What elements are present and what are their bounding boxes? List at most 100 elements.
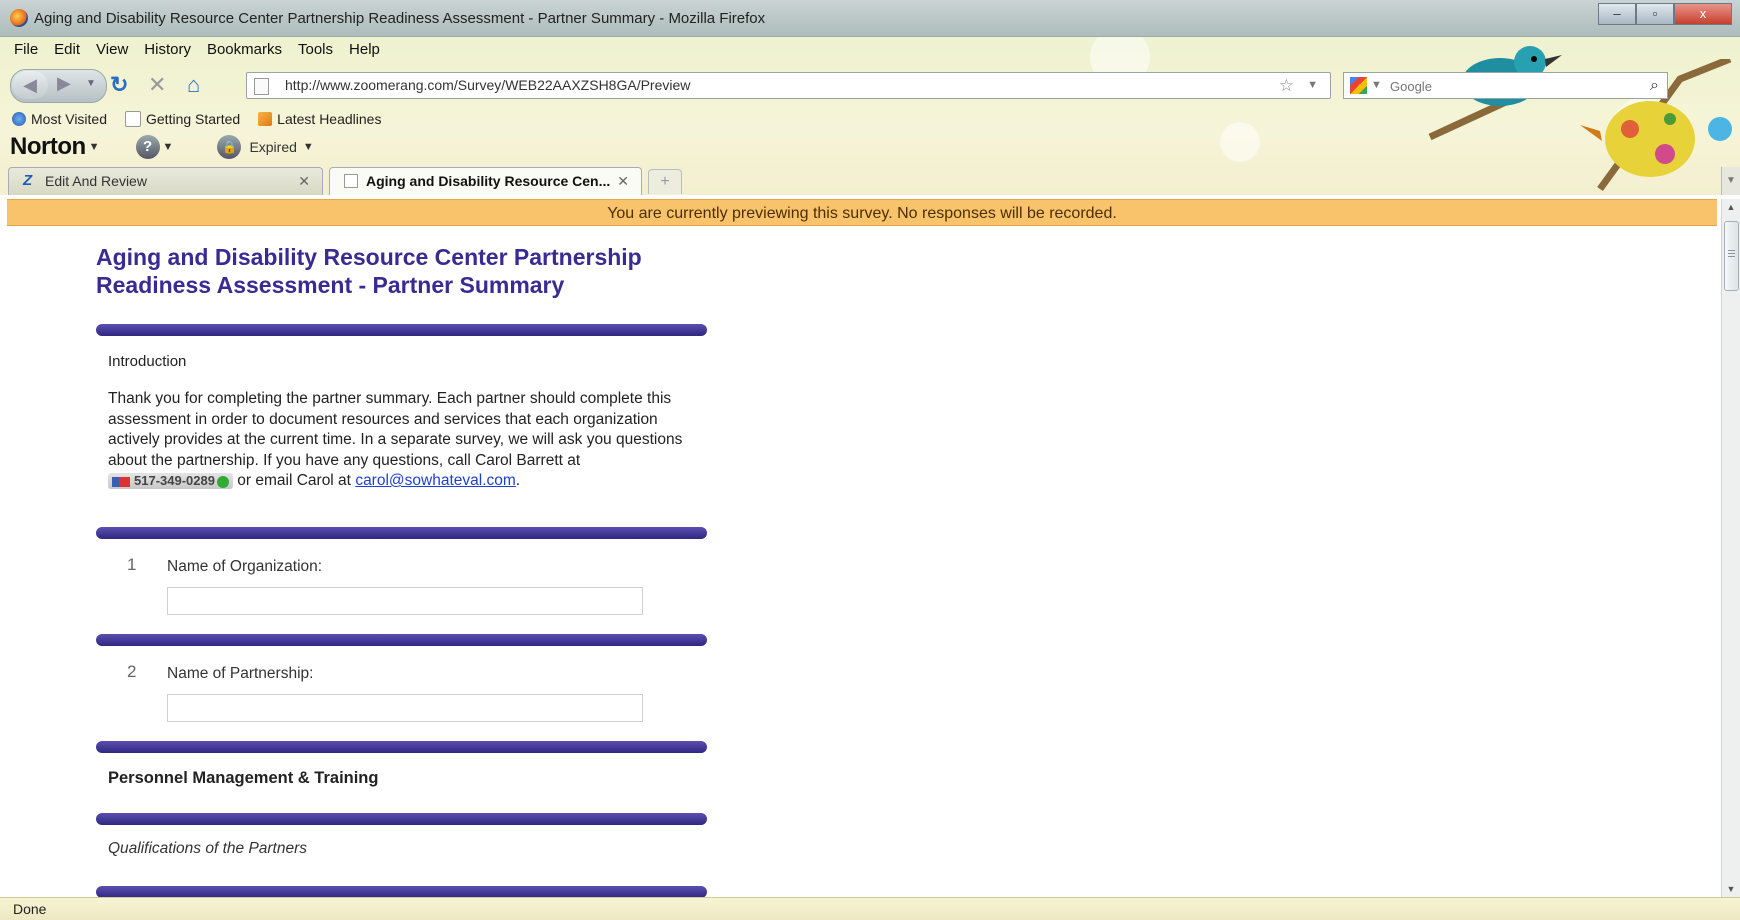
survey-title: Aging and Disability Resource Center Par… [96,243,716,299]
scroll-down-icon[interactable]: ▼ [1722,881,1740,897]
window-title: Aging and Disability Resource Center Par… [34,10,766,27]
search-icon[interactable]: ⌕ [1650,73,1659,98]
search-input[interactable] [1388,75,1612,97]
question-label: Name of Organization: [167,558,323,575]
back-arrow-icon: ◀ [23,75,37,95]
menu-help[interactable]: Help [349,37,380,63]
minimize-button[interactable]: – [1598,3,1636,25]
url-dropdown-icon[interactable]: ▼ [1307,73,1318,98]
question-label: Name of Partnership: [167,665,314,682]
bookmark-label: Getting Started [146,111,241,127]
section-separator [96,813,707,825]
section-separator [96,527,707,539]
close-tab-icon[interactable]: ✕ [617,168,629,194]
status-bar: Done [0,897,1740,920]
email-link[interactable]: carol@sowhateval.com [355,472,515,489]
bookmark-label: Most Visited [31,111,107,127]
section-title: Personnel Management & Training [108,769,379,787]
address-bar[interactable]: http://www.zoomerang.com/Survey/WEB22AAX… [246,72,1331,99]
question-number: 2 [127,662,137,681]
intro-text: Thank you for completing the partner sum… [108,390,683,469]
menu-history[interactable]: History [144,37,191,63]
lock-icon[interactable]: 🔒 [217,135,242,159]
preview-notice-bar: You are currently previewing this survey… [7,199,1717,226]
background-bubble [1220,122,1260,162]
close-tab-icon[interactable]: ✕ [298,168,310,194]
tab-strip: Z Edit And Review ✕ Aging and Disability… [0,163,1740,195]
grip-icon [1728,250,1735,251]
section-separator [96,741,707,753]
globe-icon [12,112,26,126]
help-dropdown-icon[interactable]: ▼ [163,141,174,153]
menu-file[interactable]: File [14,37,38,63]
forward-button[interactable]: ▶ [57,73,71,94]
history-dropdown-icon[interactable]: ▼ [86,78,96,89]
subsection-title: Qualifications of the Partners [108,840,308,857]
menu-edit[interactable]: Edit [54,37,80,63]
navigation-toolbar: ◀ ▶ ▼ ↻ ✕ ⌂ http://www.zoomerang.com/Sur… [0,63,1740,107]
scroll-up-icon[interactable]: ▲ [1722,199,1740,215]
bookmark-star-icon[interactable]: ☆ [1279,73,1294,98]
menu-bar: File Edit View History Bookmarks Tools H… [14,37,380,63]
phone-number: 517-349-0289 [134,473,215,488]
bookmark-getting-started[interactable]: Getting Started [125,107,240,131]
url-text: http://www.zoomerang.com/Survey/WEB22AAX… [285,77,691,93]
menu-bookmarks[interactable]: Bookmarks [207,37,282,63]
page-content: Aging and Disability Resource Center Par… [0,227,1720,897]
survey-title-line: Readiness Assessment - Partner Summary [96,272,565,298]
rss-icon [258,112,273,126]
scrollbar-thumb[interactable] [1724,221,1739,291]
site-identity-icon[interactable] [254,78,269,95]
phone-number-badge[interactable]: 517-349-0289 [108,473,233,489]
tab-survey-preview[interactable]: Aging and Disability Resource Cen... ✕ [329,167,642,195]
tab-edit-and-review[interactable]: Z Edit And Review ✕ [8,167,323,195]
tab-label: Aging and Disability Resource Cen... [366,173,611,189]
menu-view[interactable]: View [96,37,128,63]
section-separator [96,886,707,897]
vertical-scrollbar[interactable]: ▲ ▼ [1721,199,1740,897]
section-separator [96,634,707,646]
new-tab-button[interactable]: + [648,169,682,194]
page-icon [125,111,141,127]
partnership-name-input[interactable] [167,694,643,722]
expired-label[interactable]: Expired [249,139,296,155]
window-titlebar: Aging and Disability Resource Center Par… [0,0,1740,37]
intro-paragraph: Thank you for completing the partner sum… [108,390,683,489]
norton-dropdown-icon[interactable]: ▼ [89,141,100,153]
section-separator [96,324,707,336]
question-number: 1 [127,555,137,574]
reload-icon[interactable]: ↻ [110,73,128,97]
plus-icon: + [660,173,670,190]
us-flag-icon [112,476,130,487]
expired-dropdown-icon[interactable]: ▼ [303,141,314,153]
window-controls: – ▫ x [1598,3,1732,25]
tab-label: Edit And Review [45,173,147,189]
firefox-icon [10,9,28,27]
back-forward-group: ◀ ▶ ▼ [10,69,107,103]
menu-tools[interactable]: Tools [298,37,333,63]
intro-text-continued: or email Carol at [237,472,351,489]
bookmark-latest-headlines[interactable]: Latest Headlines [258,107,381,131]
bookmark-label: Latest Headlines [277,111,382,127]
survey-title-line: Aging and Disability Resource Center Par… [96,244,642,270]
google-engine-icon[interactable] [1350,77,1367,94]
search-bar[interactable]: ▼ ⌕ [1343,72,1668,99]
close-window-button[interactable]: x [1674,3,1732,25]
help-icon[interactable]: ? [135,135,160,159]
stop-icon[interactable]: ✕ [148,73,166,97]
call-icon[interactable] [216,475,229,488]
browser-chrome: File Edit View History Bookmarks Tools H… [0,37,1740,195]
bookmarks-toolbar: Most Visited Getting Started Latest Head… [12,107,381,131]
intro-heading: Introduction [108,353,187,370]
organization-name-input[interactable] [167,587,643,615]
maximize-button[interactable]: ▫ [1636,3,1674,25]
status-text: Done [13,901,47,917]
zoomerang-z-icon: Z [23,172,33,189]
back-button[interactable]: ◀ [12,71,48,99]
search-engine-dropdown-icon[interactable]: ▼ [1371,73,1382,98]
home-icon[interactable]: ⌂ [187,73,200,97]
page-icon [344,174,358,188]
bookmark-most-visited[interactable]: Most Visited [12,107,107,131]
norton-logo[interactable]: Norton [10,133,86,161]
tab-scroll-button[interactable]: ▼ [1721,167,1740,195]
